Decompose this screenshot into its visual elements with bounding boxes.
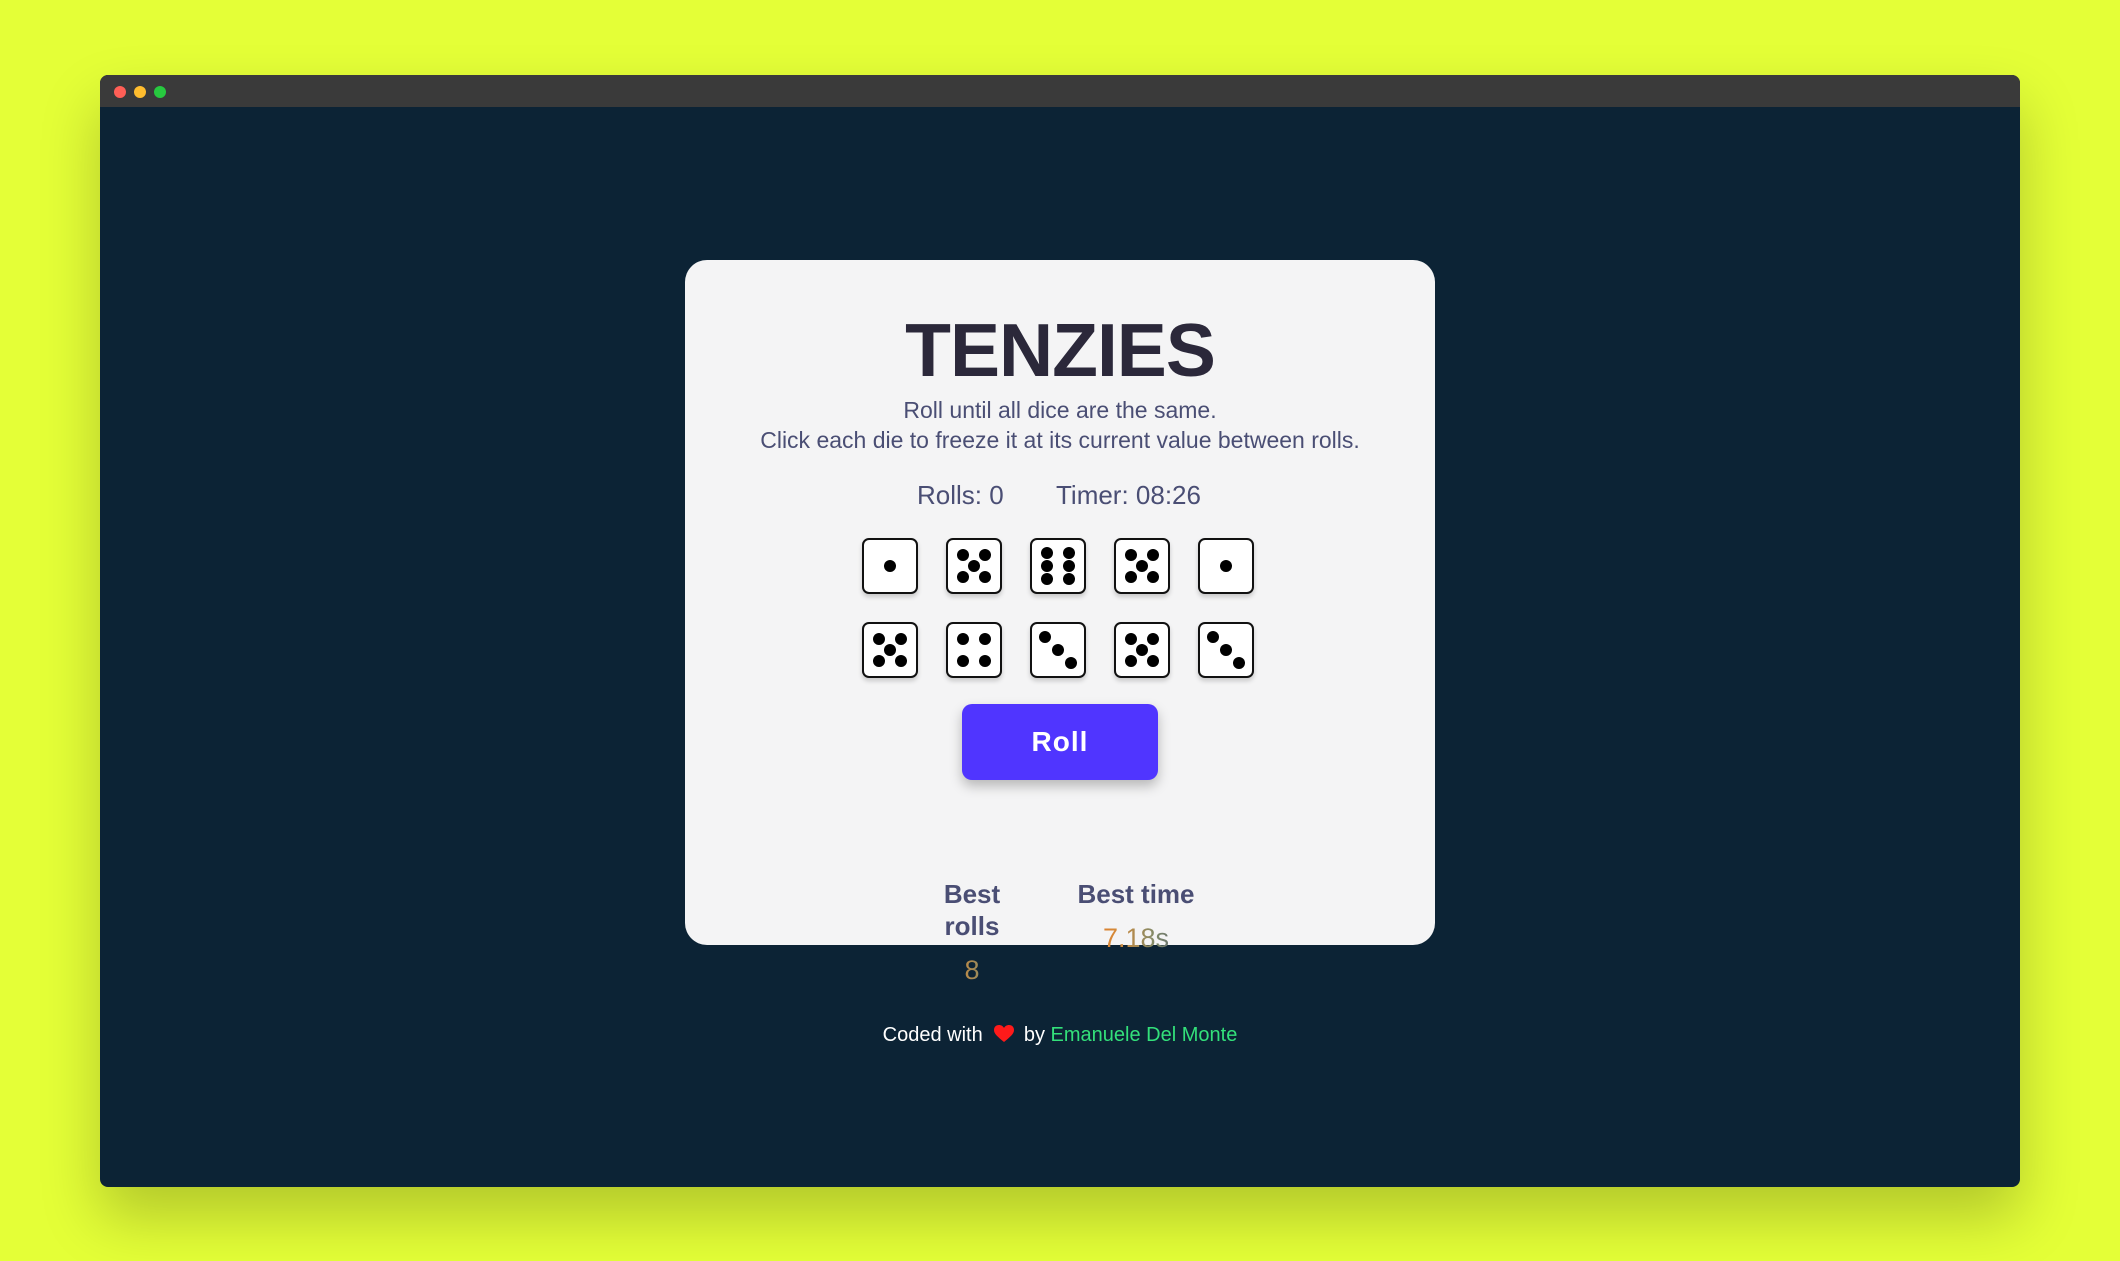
die-pip bbox=[1147, 571, 1160, 584]
die-6[interactable] bbox=[862, 622, 918, 678]
best-time-value: 7.18s bbox=[1077, 922, 1195, 954]
best-rolls-value: 8 bbox=[916, 954, 1028, 986]
die-pip bbox=[956, 655, 969, 668]
die-pip bbox=[1233, 657, 1245, 669]
die-pip bbox=[872, 655, 885, 668]
die-9[interactable] bbox=[1114, 622, 1170, 678]
game-title: TENZIES bbox=[905, 308, 1216, 392]
die-pip bbox=[1124, 632, 1137, 645]
die-pip bbox=[1124, 548, 1137, 561]
best-time: Best time 7.18s bbox=[1077, 878, 1195, 954]
window-titlebar bbox=[100, 75, 2020, 107]
die-pip bbox=[1124, 571, 1137, 584]
best-rolls: Best rolls 8 bbox=[916, 878, 1028, 986]
die-4[interactable] bbox=[1114, 538, 1170, 594]
die-pip bbox=[1147, 632, 1160, 645]
best-rolls-label: Best rolls bbox=[943, 879, 1001, 941]
die-pip bbox=[884, 644, 896, 656]
die-1[interactable] bbox=[862, 538, 918, 594]
die-pip bbox=[1147, 655, 1160, 668]
die-5[interactable] bbox=[1198, 538, 1254, 594]
instructions: Roll until all dice are the same. Click … bbox=[685, 395, 1435, 455]
die-pip bbox=[895, 655, 908, 668]
roll-button[interactable]: Roll bbox=[962, 704, 1158, 780]
die-pip bbox=[1147, 548, 1160, 561]
footer-by: by bbox=[1023, 1024, 1045, 1046]
die-pip bbox=[1207, 631, 1219, 643]
footer-prefix: Coded with bbox=[882, 1024, 983, 1046]
die-pip bbox=[979, 632, 992, 645]
die-pip bbox=[979, 548, 992, 561]
die-pip bbox=[884, 560, 896, 572]
die-7[interactable] bbox=[946, 622, 1002, 678]
die-2[interactable] bbox=[946, 538, 1002, 594]
die-pip bbox=[872, 632, 885, 645]
rolls-counter: Rolls: 0 bbox=[917, 480, 1004, 510]
dice-grid bbox=[862, 538, 1262, 678]
close-window-button[interactable] bbox=[114, 86, 126, 98]
die-pip bbox=[1063, 547, 1076, 559]
die-pip bbox=[1136, 560, 1148, 572]
die-pip bbox=[1124, 655, 1137, 668]
die-pip bbox=[1040, 560, 1053, 572]
die-8[interactable] bbox=[1030, 622, 1086, 678]
instructions-line-1: Roll until all dice are the same. bbox=[903, 397, 1217, 423]
die-pip bbox=[1136, 644, 1148, 656]
die-pip bbox=[1063, 560, 1076, 572]
heart-icon bbox=[994, 1024, 1015, 1050]
die-pip bbox=[1220, 560, 1232, 572]
die-pip bbox=[979, 655, 992, 668]
die-pip bbox=[956, 632, 969, 645]
die-pip bbox=[895, 632, 908, 645]
best-time-label: Best time bbox=[1077, 879, 1195, 909]
author-link[interactable]: Emanuele Del Monte bbox=[1051, 1024, 1238, 1046]
game-card: TENZIES Roll until all dice are the same… bbox=[685, 260, 1435, 985]
die-pip bbox=[968, 560, 980, 572]
die-pip bbox=[956, 548, 969, 561]
die-pip bbox=[1065, 657, 1077, 669]
die-pip bbox=[1063, 573, 1076, 585]
die-pip bbox=[1052, 644, 1064, 656]
die-pip bbox=[956, 571, 969, 584]
die-pip bbox=[1040, 547, 1053, 559]
timer-display: Timer: 08:26 bbox=[1056, 480, 1201, 510]
maximize-window-button[interactable] bbox=[154, 86, 166, 98]
die-pip bbox=[1220, 644, 1232, 656]
die-pip bbox=[979, 571, 992, 584]
die-10[interactable] bbox=[1198, 622, 1254, 678]
instructions-line-2: Click each die to freeze it at its curre… bbox=[760, 427, 1360, 453]
footer: Coded with by Emanuele Del Monte bbox=[100, 1022, 2020, 1050]
die-pip bbox=[1039, 631, 1051, 643]
die-pip bbox=[1040, 573, 1053, 585]
browser-window: TENZIES Roll until all dice are the same… bbox=[100, 75, 2020, 1187]
die-3[interactable] bbox=[1030, 538, 1086, 594]
minimize-window-button[interactable] bbox=[134, 86, 146, 98]
